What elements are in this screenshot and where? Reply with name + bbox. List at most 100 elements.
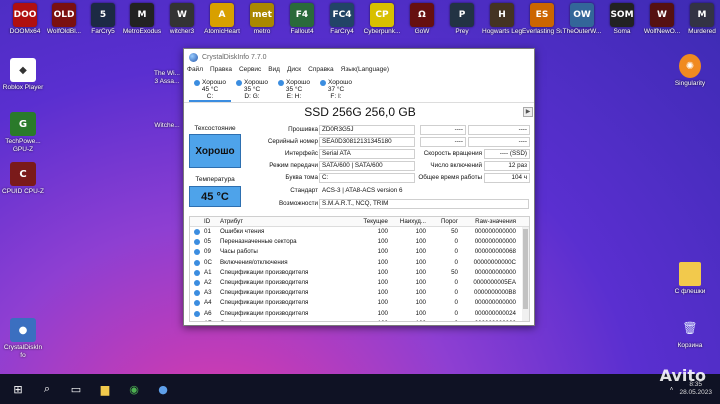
- desktop-icon-label: Murdered: [688, 28, 716, 35]
- desktop-icon-5[interactable]: A AtomicHeart: [202, 0, 242, 35]
- desktop-icon-8[interactable]: FC4 FarCry4: [322, 0, 362, 35]
- column-attribute[interactable]: Атрибут: [220, 217, 350, 226]
- desktop-icon-15[interactable]: SOM Soma: [602, 0, 642, 35]
- table-cell: 50: [451, 268, 458, 276]
- desktop-icon-label: FarCry5: [91, 28, 115, 35]
- table-row[interactable]: A6 Спецификации производителя 100 100 0 00000…: [190, 309, 529, 319]
- window-title: CrystalDiskInfo 7.7.0: [202, 54, 267, 61]
- desktop-icon-17[interactable]: M Murdered: [682, 0, 720, 35]
- table-cell: 50: [451, 228, 458, 235]
- column-threshold[interactable]: Порог: [426, 217, 458, 226]
- drive-tab-3[interactable]: Хорошо 37 °C F: I:: [315, 77, 357, 102]
- table-cell: 0: [454, 299, 458, 307]
- desktop-icon-usb-folder[interactable]: С флешки: [668, 262, 712, 295]
- drive-tab-0[interactable]: Хорошо 45 °C C:: [189, 77, 231, 102]
- desktop-icon-label: AtomicHeart: [204, 28, 240, 35]
- desktop-icon-7[interactable]: F4 Fallout4: [282, 0, 322, 35]
- smart-scrollbar[interactable]: [522, 227, 529, 321]
- next-disk-button[interactable]: ▶: [523, 107, 533, 117]
- desktop-icon-10[interactable]: Ω GoW: [402, 0, 442, 35]
- desktop-icon-12[interactable]: HHogwarts Legacy: [482, 0, 522, 35]
- desktop-icon-gpuz[interactable]: G TechPowe... GPU-Z: [1, 112, 45, 153]
- desktop-icon-roblox[interactable]: ◆ Roblox Player: [1, 58, 45, 92]
- recycle-bin-icon: 🗑: [682, 321, 698, 335]
- drive-letter: C:: [206, 93, 214, 100]
- desktop-icon-label: GoW: [414, 28, 430, 35]
- table-row[interactable]: A7Спецификации производителя100100000000…: [190, 319, 529, 321]
- rotation-label: Скорость вращения: [423, 150, 482, 157]
- chrome-icon[interactable]: ◉: [123, 378, 145, 400]
- column-worst[interactable]: Наихуд...: [388, 217, 426, 226]
- menu-item-1[interactable]: Правка: [210, 66, 232, 77]
- game-icon: OW: [570, 3, 594, 27]
- table-row[interactable]: A3 Спецификации производителя 100 100 0 00000…: [190, 288, 529, 298]
- task-view-icon[interactable]: ▭: [65, 378, 87, 400]
- title-bar[interactable]: CrystalDiskInfo 7.7.0: [184, 49, 534, 66]
- desktop-icon-label: WolfNewO...: [643, 28, 681, 35]
- drive-tab-1[interactable]: Хорошо 35 °C D: G:: [231, 77, 273, 102]
- menu-item-3[interactable]: Вид: [268, 66, 280, 77]
- table-row[interactable]: A1 Спецификации производителя 100 100 50 0000…: [190, 268, 529, 278]
- smart-table-header: ID Атрибут Текущее Наихуд... Порог Raw-з…: [190, 217, 529, 227]
- column-current[interactable]: Текущее: [350, 217, 388, 226]
- desktop-icon-1[interactable]: OLD WolfOldBl...: [44, 0, 84, 35]
- desktop-icon-recycle-bin[interactable]: 🗑 Корзина: [668, 316, 712, 349]
- desktop-icon-2[interactable]: 5 FarCry5: [83, 0, 123, 35]
- table-cell: 000000000024: [474, 309, 516, 317]
- table-row[interactable]: A2 Спецификации производителя 100 100 0 00000…: [190, 278, 529, 288]
- table-cell: 100: [415, 309, 426, 317]
- singularity-icon: ✺: [679, 54, 701, 78]
- table-row[interactable]: 01 Ошибки чтения 100 100 50 000000000000: [190, 227, 529, 237]
- health-status-button[interactable]: Хорошо: [189, 134, 241, 168]
- table-row[interactable]: A4 Спецификации производителя 100 100 0 00000…: [190, 298, 529, 308]
- desktop-icon-label: Cyberpunk...: [363, 28, 401, 35]
- desktop-icon-9[interactable]: CP Cyberpunk...: [362, 0, 402, 35]
- desktop-icon-6[interactable]: met metro: [242, 0, 282, 35]
- crystaldiskinfo-icon[interactable]: ●: [152, 378, 174, 400]
- desktop-icon-16[interactable]: W WolfNewO...: [642, 0, 682, 35]
- drive-tab-2[interactable]: Хорошо 35 °C E: H:: [273, 77, 315, 102]
- search-icon[interactable]: ⌕: [36, 378, 58, 400]
- table-row[interactable]: 0C Включения/отключения 100 100 0 00000000000…: [190, 258, 529, 268]
- desktop-icon-14[interactable]: OW TheOuterW...: [562, 0, 602, 35]
- app-icon: [189, 53, 198, 62]
- drive-temp: 37 °C: [327, 86, 345, 93]
- menu-item-2[interactable]: Сервис: [239, 66, 261, 77]
- desktop-icon-crystaldiskinfo[interactable]: ● CrystalDiskIn fo: [1, 318, 45, 359]
- tray-chevron-icon[interactable]: ˄: [670, 386, 674, 393]
- table-cell: 000000000000: [458, 319, 518, 321]
- column-id[interactable]: ID: [204, 217, 220, 226]
- drive-temp: 45 °C: [201, 86, 219, 93]
- desktop-icon-0[interactable]: DOO DOOMx64: [5, 0, 45, 35]
- table-row[interactable]: 09 Часы работы 100 100 0 000000000068: [190, 247, 529, 257]
- desktop-icon-11[interactable]: P Prey: [442, 0, 482, 35]
- table-cell: 0: [426, 319, 458, 321]
- desktop-icon-cpuz[interactable]: C CPUID CPU-Z: [1, 162, 45, 196]
- menu-item-0[interactable]: Файл: [187, 66, 203, 77]
- desktop-icon-label: DOOMx64: [9, 28, 41, 35]
- explorer-icon[interactable]: ▆: [94, 378, 116, 400]
- status-dot-icon: [236, 79, 243, 86]
- game-icon: SOM: [610, 3, 634, 27]
- status-dot-icon: [190, 268, 204, 278]
- game-icon: DOO: [13, 3, 37, 27]
- desktop-icon-3[interactable]: M MetroExodus: [122, 0, 162, 35]
- disk-title: SSD 256G 256,0 GB: [304, 105, 416, 119]
- desktop-icon-13[interactable]: ESEverlasting Summer: [522, 0, 562, 35]
- drive-letter: F: I:: [330, 93, 342, 100]
- menu-item-6[interactable]: Язык(Language): [341, 66, 389, 77]
- table-cell: 09: [204, 248, 211, 256]
- table-cell: A1: [204, 268, 212, 276]
- desktop-icon-singularity[interactable]: ✺ Singularity: [668, 54, 712, 87]
- table-row[interactable]: 05 Переназначенные сектора 100 100 0 00000000…: [190, 237, 529, 247]
- menu-item-4[interactable]: Диск: [287, 66, 301, 77]
- desktop-icon-witcher3-partial[interactable]: Witche...: [152, 122, 182, 130]
- column-raw[interactable]: Raw-значения: [458, 217, 518, 226]
- menu-item-5[interactable]: Справка: [308, 66, 334, 77]
- clock-date: 28.05.2023: [679, 389, 712, 396]
- drive-tabs: Хорошо 45 °C C: Хорошо 35 °C D: G: Хорошо 35 °C…: [184, 77, 534, 103]
- desktop-icon-4[interactable]: Wwitcher3: [162, 0, 202, 35]
- desktop-icon-witcher-partial[interactable]: The Wi... 3 Assa...: [152, 70, 182, 85]
- windows-icon[interactable]: ⊞: [7, 378, 29, 400]
- table-cell: 100: [415, 289, 426, 297]
